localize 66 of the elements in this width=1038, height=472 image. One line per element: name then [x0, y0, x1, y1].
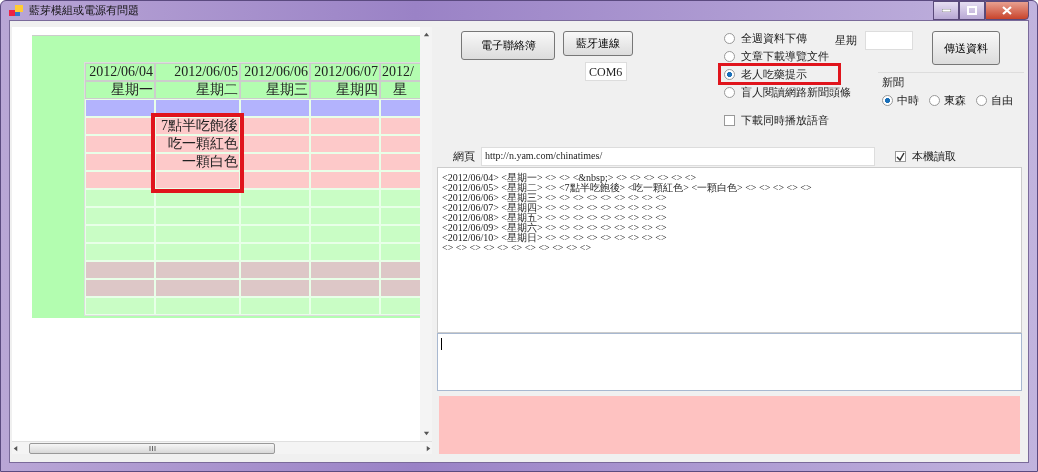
window-title: 藍芽模組或電源有問題 — [29, 3, 140, 18]
weekday-cell: 星期三 — [240, 81, 310, 99]
scroll-up-icon[interactable] — [422, 31, 430, 38]
radio-label: 全週資料下傳 — [741, 30, 807, 46]
table-cell: 7點半吃飽後 — [155, 117, 240, 135]
date-cell: 2012/06/05 — [155, 63, 240, 81]
send-button[interactable]: 傳送資料 — [932, 31, 1000, 65]
weekday-cell: 星期二 — [155, 81, 240, 99]
weekday-cell: 星期一 — [85, 81, 155, 99]
port-field[interactable]: COM6 — [585, 62, 627, 81]
scroll-right-icon[interactable] — [425, 444, 432, 452]
horizontal-scrollbar[interactable] — [12, 441, 432, 454]
close-button[interactable] — [985, 1, 1029, 20]
radio-button[interactable] — [724, 50, 735, 62]
weekday-cell: 星期四 — [310, 81, 380, 99]
news-title: 新聞 — [882, 76, 904, 89]
grip-icon — [148, 445, 156, 451]
radio-button[interactable] — [724, 68, 735, 80]
scroll-down-icon[interactable] — [422, 430, 430, 437]
checkbox[interactable] — [895, 150, 906, 162]
maximize-button[interactable] — [959, 1, 985, 20]
checkbox-label: 下載同時播放語音 — [741, 113, 829, 128]
output-line: <2012/06/04> <星期一> <> <> <&nbsp;> <> <> <> <> <> <> — [442, 173, 698, 183]
url-label: 網頁 — [453, 148, 475, 164]
date-cell: 2012/06/06 — [240, 63, 310, 81]
output-line: <> <> <> <> <> <> <> <> <> <> <> — [442, 243, 593, 253]
output-line: <2012/06/06> <星期三> <> <> <> <> <> <> <> <> <> — [442, 193, 668, 203]
minimize-button[interactable] — [933, 1, 959, 20]
checkbox-label: 本機讀取 — [912, 148, 956, 164]
contact-book-button[interactable]: 電子聯絡簿 — [461, 31, 555, 60]
minimize-icon — [941, 9, 951, 12]
close-icon — [1002, 6, 1012, 15]
weekday-cell: 星 — [380, 81, 420, 99]
scroll-thumb[interactable] — [29, 442, 275, 454]
radio-button[interactable] — [724, 86, 735, 98]
output-textbox[interactable] — [437, 167, 1022, 333]
radio-button[interactable] — [724, 32, 735, 44]
vertical-scrollbar[interactable] — [420, 27, 432, 441]
input-field[interactable] — [437, 333, 1022, 391]
date-cell: 2012/06/04 — [85, 63, 155, 81]
date-cell: 2012/06/07 — [310, 63, 380, 81]
radio-label: 自由 — [991, 93, 1013, 108]
maximize-icon — [967, 6, 977, 15]
date-cell: 2012/ — [380, 63, 420, 81]
checkbox[interactable] — [724, 115, 735, 126]
weekday-label: 星期 — [835, 33, 857, 48]
radio-label: 文章下載導覽文件 — [741, 48, 829, 64]
url-field[interactable]: http://n.yam.com/chinatimes/ — [481, 146, 875, 166]
table-cell: 吃一顆紅色 — [155, 135, 240, 153]
radio-label: 盲人閱讀網路新聞頭條 — [741, 84, 851, 100]
output-line: <2012/06/08> <星期五> <> <> <> <> <> <> <> <> <> — [442, 213, 668, 223]
output-line: <2012/06/05> <星期二> <> <7點半吃飽後> <吃一顆紅色> <一顆白色> <> <> <> <> <> — [442, 183, 813, 193]
weekday-field[interactable] — [865, 31, 913, 50]
radio-label: 中時 — [897, 93, 919, 108]
output-line: <2012/06/07> <星期四> <> <> <> <> <> <> <> <> <> — [442, 203, 668, 213]
table-cell: 一顆白色 — [155, 153, 240, 171]
radio-button[interactable] — [929, 95, 940, 106]
app-icon — [9, 4, 23, 17]
scroll-left-icon[interactable] — [12, 444, 19, 452]
radio-label: 東森 — [944, 93, 966, 108]
radio-button[interactable] — [882, 95, 893, 106]
radio-button[interactable] — [976, 95, 987, 106]
output-line: <2012/06/10> <星期日> <> <> <> <> <> <> <> <> <> — [442, 233, 668, 243]
bluetooth-button[interactable]: 藍牙連線 — [563, 31, 633, 56]
radio-label: 老人吃藥提示 — [741, 66, 807, 82]
output-line: <2012/06/09> <星期六> <> <> <> <> <> <> <> <> <> — [442, 223, 668, 233]
